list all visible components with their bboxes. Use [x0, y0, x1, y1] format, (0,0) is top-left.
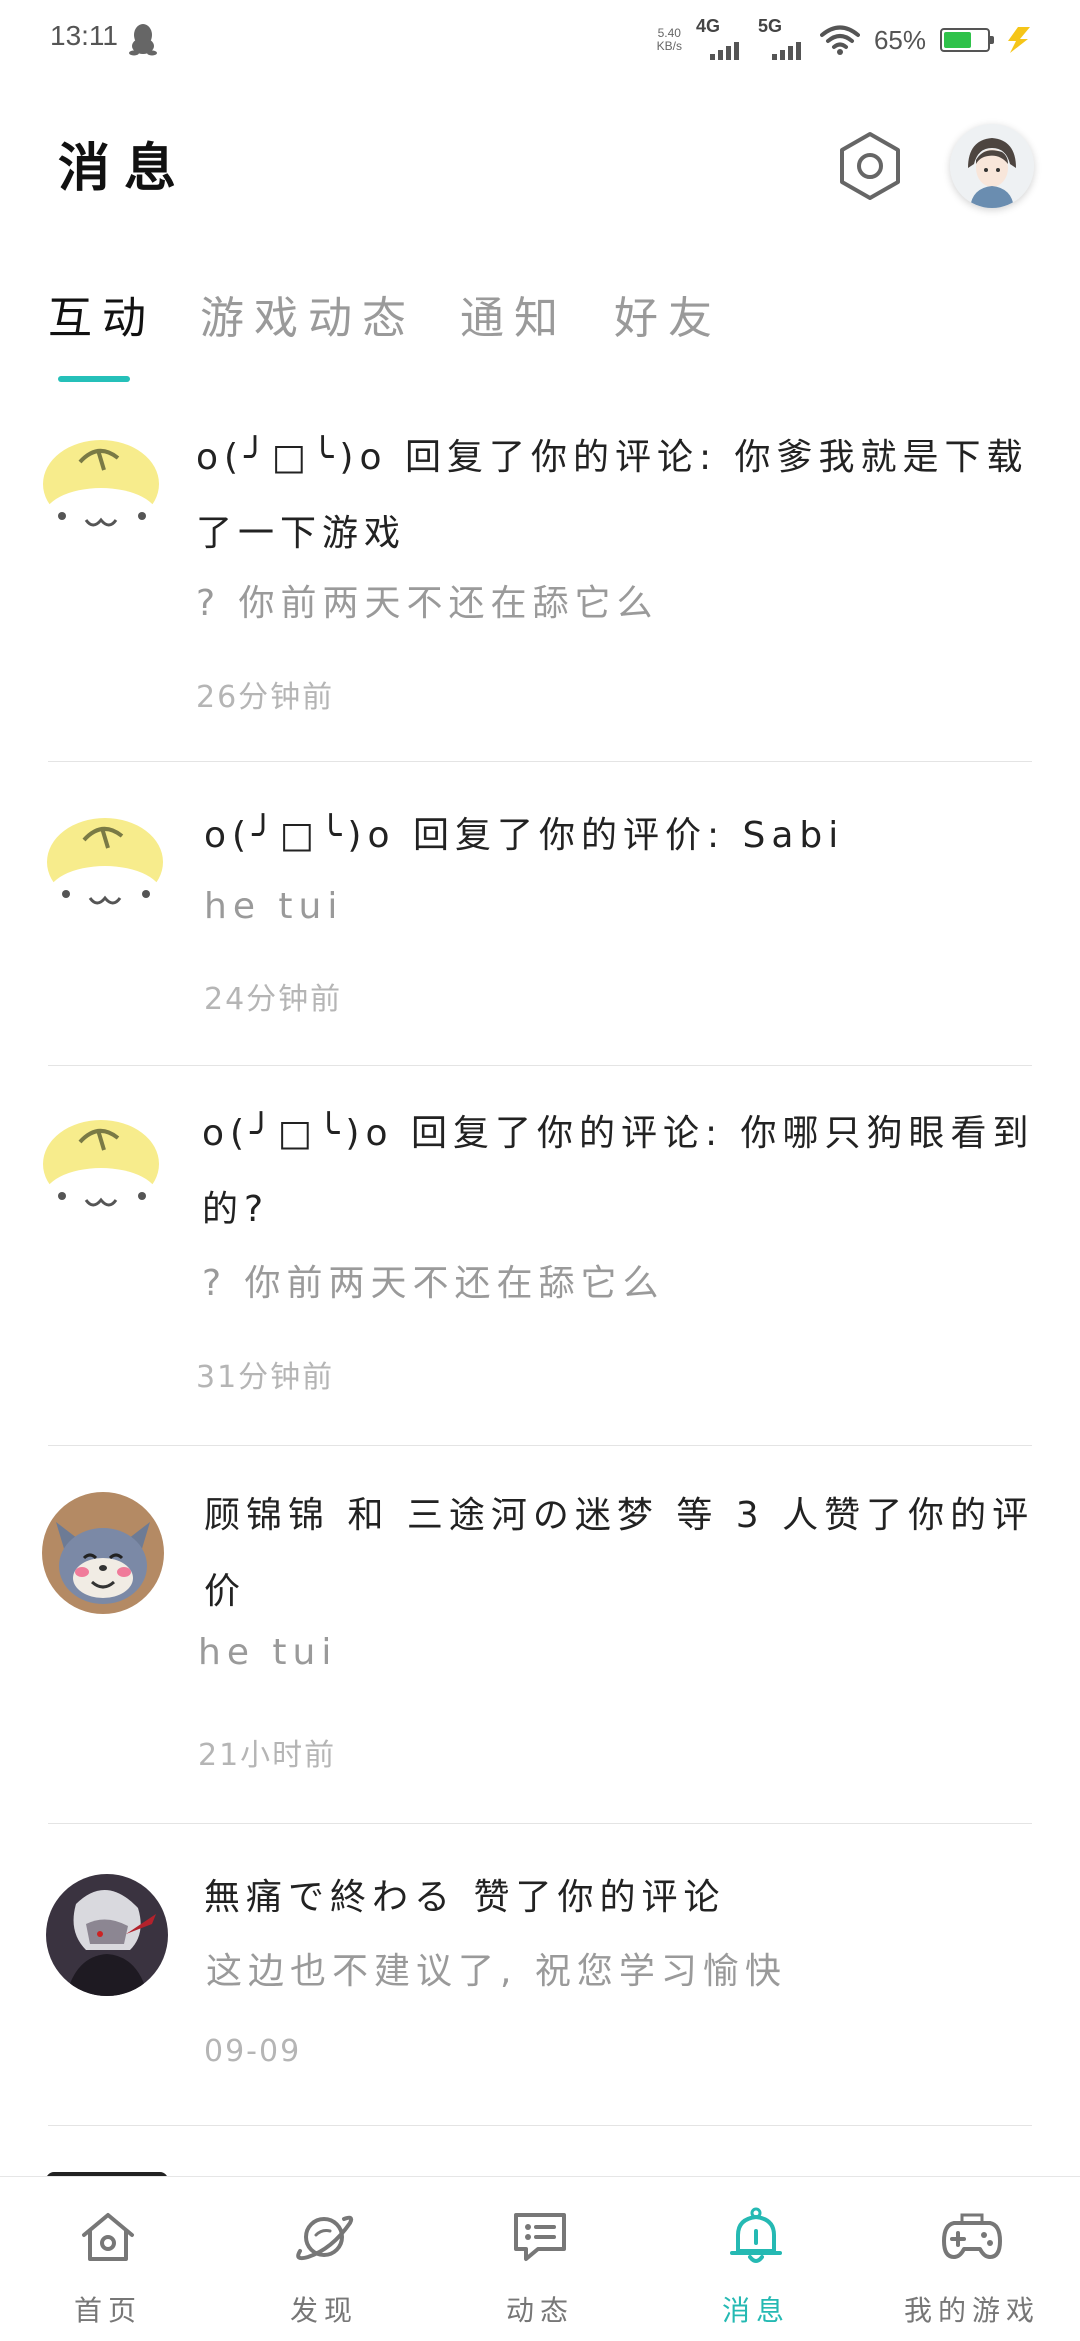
charging-icon	[1008, 27, 1030, 53]
bell-icon	[730, 2207, 782, 2263]
tab-interaction[interactable]: 互动	[48, 282, 156, 346]
user-avatar-button[interactable]	[950, 124, 1034, 208]
nav-feed[interactable]: 动态	[432, 2177, 648, 2341]
signal-bars-icon	[709, 42, 739, 60]
signal-5g-label: 5G	[757, 16, 782, 36]
battery-icon	[940, 28, 994, 52]
message-time: 09-09	[204, 2034, 302, 2069]
nav-feed-label: 动态	[505, 2294, 574, 2327]
avatar[interactable]	[44, 810, 166, 932]
list-item[interactable]: o(╯□╰)o 回复了你的评价: Sabi he tui 24分钟前	[0, 762, 1080, 1066]
message-title: o(╯□╰)o 回复了你的评论: 你哪只狗眼看到的?	[202, 1113, 1035, 1230]
tab-notifications[interactable]: 通知	[460, 282, 568, 346]
message-time: 31分钟前	[196, 1360, 335, 1395]
battery-percent: 65%	[873, 24, 926, 55]
signal-5g: 5G	[758, 16, 806, 60]
message-body: ? 你前两天不还在舔它么	[196, 583, 659, 624]
message-title: o(╯□╰)o 回复了你的评价: Sabi	[204, 815, 845, 856]
battery-fill	[944, 32, 971, 48]
status-time: 13:11	[50, 20, 118, 51]
signal-4g: 4G	[696, 16, 744, 60]
nav-home[interactable]: 首页	[0, 2177, 216, 2341]
status-bar: 13:11 5.40 KB/s 4G 5G 65%	[0, 0, 1080, 80]
settings-hexagon-icon[interactable]	[832, 128, 908, 204]
avatar[interactable]	[40, 1112, 162, 1234]
user-avatar-icon	[950, 124, 1034, 208]
lemon-cat-avatar-icon	[40, 1112, 162, 1234]
avatar[interactable]	[42, 1492, 164, 1614]
nav-my-games[interactable]: 我的游戏	[864, 2177, 1080, 2341]
list-item[interactable]: o(╯□╰)o 回复了你的评论: 你爹我就是下载了一下游戏 ? 你前两天不还在舔…	[0, 400, 1080, 762]
list-item[interactable]: o(╯□╰)o 回复了你的评论: 你哪只狗眼看到的? ? 你前两天不还在舔它么 …	[0, 1066, 1080, 1446]
page-title: 消息	[58, 139, 191, 199]
message-time: 21小时前	[198, 1738, 337, 1773]
avatar[interactable]	[46, 1874, 168, 1996]
message-body: he tui	[204, 886, 344, 927]
message-title: 顾锦锦 和 三途河の迷梦 等 3 人赞了你的评价	[204, 1495, 1035, 1612]
message-body: he tui	[198, 1632, 338, 1673]
list-item[interactable]: 無痛で終わる 赞了你的评论 这边也不建议了, 祝您学习愉快 09-09	[0, 1824, 1080, 2126]
tab-game-news[interactable]: 游戏动态	[200, 282, 416, 346]
qq-penguin-icon	[129, 24, 157, 56]
nav-discover[interactable]: 发现	[216, 2177, 432, 2341]
avatar[interactable]	[40, 432, 162, 554]
message-body: ? 你前两天不还在舔它么	[202, 1263, 665, 1304]
bottom-navigation: 首页 发现 动态 消息 我的游戏	[0, 2176, 1080, 2341]
lemon-cat-avatar-icon	[40, 432, 162, 554]
lemon-cat-avatar-icon	[44, 810, 166, 932]
message-title: o(╯□╰)o 回复了你的评论: 你爹我就是下载了一下游戏	[196, 437, 1029, 554]
tab-active-indicator	[58, 376, 130, 382]
signal-bars-icon	[771, 42, 801, 60]
net-speed: 5.40 KB/s	[657, 27, 682, 53]
message-body: 这边也不建议了, 祝您学习愉快	[206, 1951, 787, 1992]
home-icon	[82, 2213, 134, 2261]
status-right: 5.40 KB/s 4G 5G 65%	[657, 16, 1032, 62]
nav-my-games-label: 我的游戏	[903, 2294, 1040, 2327]
tom-cat-avatar-icon	[42, 1492, 164, 1614]
list-divider	[48, 2125, 1032, 2126]
nav-messages[interactable]: 消息	[648, 2177, 864, 2341]
nav-discover-label: 发现	[289, 2294, 358, 2327]
message-title: 無痛で終わる 赞了你的评论	[204, 1877, 726, 1918]
net-speed-unit: KB/s	[656, 39, 682, 53]
list-item[interactable]: 顾锦锦 和 三途河の迷梦 等 3 人赞了你的评价 he tui 21小时前	[0, 1446, 1080, 1824]
message-time: 24分钟前	[204, 982, 343, 1017]
gamepad-icon	[942, 2213, 1002, 2259]
signal-4g-label: 4G	[695, 16, 720, 36]
nav-messages-label: 消息	[721, 2294, 790, 2327]
wifi-icon	[819, 25, 860, 55]
message-time: 26分钟前	[196, 680, 335, 715]
nav-home-label: 首页	[73, 2294, 142, 2327]
tab-friends[interactable]: 好友	[614, 282, 722, 346]
planet-icon	[296, 2215, 354, 2261]
dark-character-avatar-icon	[46, 1874, 168, 1996]
feed-icon	[514, 2213, 566, 2261]
